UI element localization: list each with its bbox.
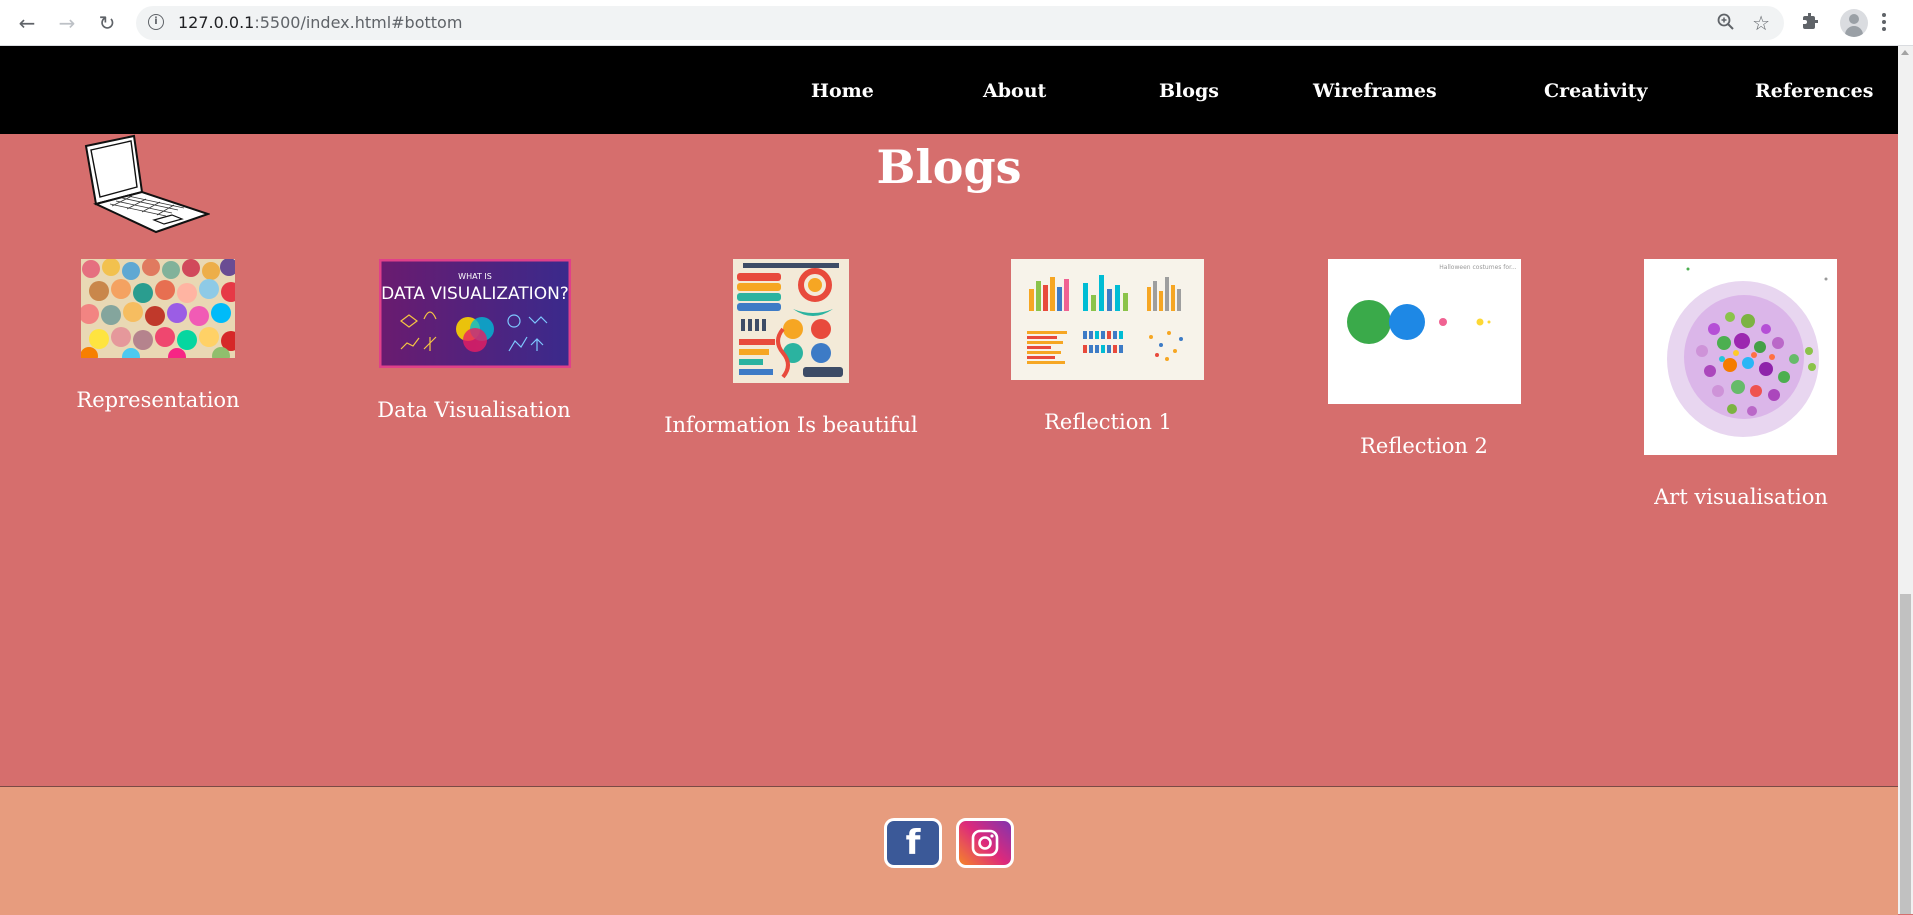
reload-icon[interactable]: ↻	[94, 10, 120, 36]
dataviz-banner-small-text: WHAT IS	[458, 272, 492, 281]
page-title: Blogs	[876, 140, 1022, 194]
scroll-up-arrow-icon[interactable]	[1901, 50, 1909, 55]
url-host: 127.0.0.1	[178, 13, 255, 32]
blog-thumb-representation[interactable]	[81, 259, 235, 358]
url-text[interactable]: 127.0.0.1:5500/index.html#bottom	[178, 13, 462, 32]
address-bar[interactable]: i 127.0.0.1:5500/index.html#bottom ☆	[136, 6, 1784, 40]
nav-home[interactable]: Home	[811, 80, 874, 102]
forward-icon[interactable]: →	[54, 10, 80, 36]
site-footer	[0, 786, 1898, 915]
nav-blogs[interactable]: Blogs	[1159, 80, 1219, 102]
extensions-icon[interactable]	[1801, 11, 1821, 31]
blog-caption-information-is-beautiful[interactable]: Information Is beautiful	[664, 413, 918, 437]
blog-thumb-reflection-2[interactable]: Halloween costumes for...	[1328, 259, 1521, 404]
site-info-icon[interactable]: i	[148, 14, 164, 30]
profile-avatar[interactable]	[1840, 9, 1868, 37]
blog-thumb-art-visualisation[interactable]	[1644, 259, 1837, 455]
nav-wireframes[interactable]: Wireframes	[1313, 80, 1437, 102]
nav-creativity[interactable]: Creativity	[1544, 80, 1648, 102]
blog-caption-art-visualisation[interactable]: Art visualisation	[1654, 485, 1828, 509]
facebook-icon[interactable]: f	[884, 818, 942, 868]
zoom-icon[interactable]	[1716, 12, 1736, 37]
blog-caption-reflection-2[interactable]: Reflection 2	[1360, 434, 1488, 458]
dataviz-banner-large-text: DATA VISUALIZATION?	[381, 284, 569, 304]
blog-caption-reflection-1[interactable]: Reflection 1	[1044, 410, 1172, 434]
blog-thumb-information-is-beautiful[interactable]	[733, 259, 849, 383]
bookmark-star-icon[interactable]: ☆	[1752, 11, 1770, 35]
browser-menu-icon[interactable]	[1882, 13, 1886, 34]
instagram-icon[interactable]	[956, 818, 1014, 868]
nav-references[interactable]: References	[1755, 80, 1873, 102]
blog-thumb-data-visualisation[interactable]: WHAT IS DATA VISUALIZATION?	[379, 259, 571, 368]
site-navbar: Home About Blogs Wireframes Creativity R…	[0, 46, 1898, 134]
facebook-glyph: f	[905, 823, 921, 863]
blog-caption-representation[interactable]: Representation	[76, 388, 239, 412]
blog-caption-data-visualisation[interactable]: Data Visualisation	[377, 398, 570, 422]
back-icon[interactable]: ←	[14, 10, 40, 36]
blog-thumb-reflection-1[interactable]	[1011, 259, 1204, 380]
url-path: :5500/index.html#bottom	[254, 13, 463, 32]
nav-about[interactable]: About	[983, 80, 1046, 102]
scrollbar-thumb[interactable]	[1900, 594, 1911, 914]
page-scrollbar[interactable]	[1898, 46, 1913, 914]
browser-toolbar: ← → ↻ i 127.0.0.1:5500/index.html#bottom…	[0, 0, 1913, 46]
reflection-2-chart-title: Halloween costumes for...	[1439, 264, 1517, 271]
